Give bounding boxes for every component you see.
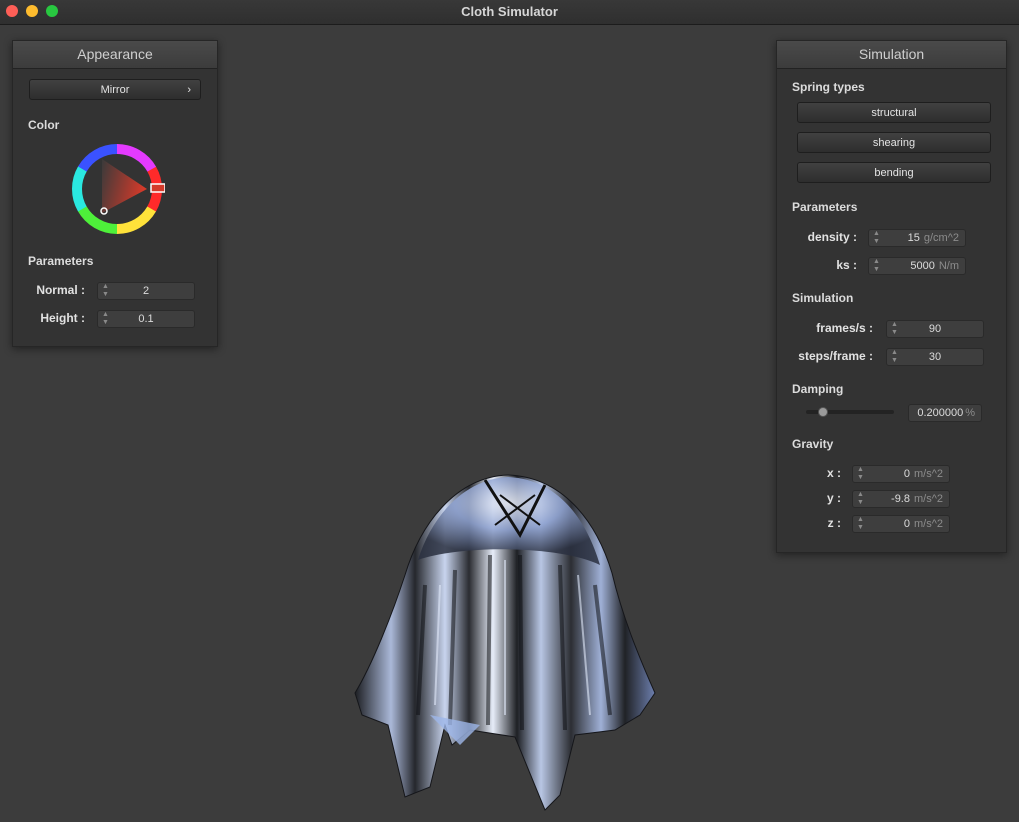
damping-input[interactable]: 0.200000% bbox=[908, 404, 982, 422]
ks-unit: N/m bbox=[938, 260, 959, 272]
density-label: density : bbox=[807, 230, 857, 244]
gravity-z-wrap: 0 m/s^2 bbox=[904, 518, 943, 530]
stepper-icon: ▲ ▼ bbox=[873, 230, 880, 245]
spring-types-label: Spring types bbox=[792, 80, 865, 94]
density-input[interactable]: ▲ ▼ 15 g/cm^2 bbox=[868, 229, 966, 247]
gravity-x-input[interactable]: ▲ ▼ 0 m/s^2 bbox=[852, 465, 950, 483]
gravity-x-unit: m/s^2 bbox=[914, 468, 943, 480]
density-unit: g/cm^2 bbox=[923, 232, 959, 244]
gravity-y-wrap: -9.8 m/s^2 bbox=[891, 493, 943, 505]
gravity-z-value: 0 bbox=[903, 518, 910, 530]
ks-value: 5000 bbox=[910, 260, 935, 272]
height-value: 0.1 bbox=[138, 313, 154, 325]
gravity-x-wrap: 0 m/s^2 bbox=[904, 468, 943, 480]
appearance-panel-title: Appearance bbox=[13, 41, 217, 69]
structural-spring-label: structural bbox=[871, 107, 917, 119]
fps-input[interactable]: ▲ ▼ 90 bbox=[886, 320, 984, 338]
normal-label: Normal : bbox=[36, 283, 85, 297]
normal-input[interactable]: ▲ ▼ 2 bbox=[97, 282, 195, 300]
steps-value: 30 bbox=[928, 351, 942, 363]
simulation-panel: Simulation Spring types structural shear… bbox=[776, 40, 1007, 553]
height-input[interactable]: ▲ ▼ 0.1 bbox=[97, 310, 195, 328]
stepper-icon: ▲ ▼ bbox=[873, 258, 880, 273]
sim-params-label: Parameters bbox=[792, 200, 858, 214]
damping-label: Damping bbox=[792, 382, 844, 396]
gravity-z-label: z : bbox=[827, 516, 841, 530]
gravity-label: Gravity bbox=[792, 437, 834, 451]
chevron-right-icon: › bbox=[187, 84, 191, 96]
appearance-params-label: Parameters bbox=[28, 254, 94, 268]
window-title: Cloth Simulator bbox=[461, 4, 558, 19]
simulation-section-label: Simulation bbox=[792, 291, 854, 305]
window-titlebar: Cloth Simulator bbox=[0, 0, 1019, 25]
fps-value: 90 bbox=[928, 323, 942, 335]
damping-value-wrap: 0.200000% bbox=[917, 407, 975, 419]
gravity-x-label: x : bbox=[826, 466, 841, 480]
gravity-y-input[interactable]: ▲ ▼ -9.8 m/s^2 bbox=[852, 490, 950, 508]
stepper-icon: ▲ ▼ bbox=[857, 491, 864, 506]
shader-select-button[interactable]: Mirror › bbox=[29, 79, 201, 100]
damping-value: 0.200000 bbox=[917, 407, 964, 419]
gravity-y-label: y : bbox=[826, 491, 841, 505]
steps-label: steps/frame : bbox=[798, 349, 873, 363]
color-wheel[interactable] bbox=[69, 141, 165, 237]
gravity-z-unit: m/s^2 bbox=[914, 518, 943, 530]
density-value: 15 bbox=[907, 232, 920, 244]
color-section-label: Color bbox=[28, 118, 60, 132]
bending-spring-label: bending bbox=[874, 167, 914, 179]
density-value-wrap: 15 g/cm^2 bbox=[908, 232, 959, 244]
shader-select-label: Mirror bbox=[100, 84, 130, 96]
stepper-icon: ▲ ▼ bbox=[857, 516, 864, 531]
gravity-z-input[interactable]: ▲ ▼ 0 m/s^2 bbox=[852, 515, 950, 533]
gravity-y-unit: m/s^2 bbox=[914, 493, 943, 505]
shearing-spring-button[interactable]: shearing bbox=[797, 132, 991, 153]
damping-unit: % bbox=[965, 407, 975, 419]
ks-input[interactable]: ▲ ▼ 5000 N/m bbox=[868, 257, 966, 275]
structural-spring-button[interactable]: structural bbox=[797, 102, 991, 123]
stepper-icon: ▲ ▼ bbox=[857, 466, 864, 481]
ks-value-wrap: 5000 N/m bbox=[910, 260, 959, 272]
ks-label: ks : bbox=[836, 258, 857, 272]
gravity-x-value: 0 bbox=[903, 468, 910, 480]
height-label: Height : bbox=[40, 311, 85, 325]
appearance-panel: Appearance Mirror › Color Parameters Nor… bbox=[12, 40, 218, 347]
shearing-spring-label: shearing bbox=[872, 137, 916, 149]
fps-label: frames/s : bbox=[816, 321, 873, 335]
simulation-panel-title: Simulation bbox=[777, 41, 1006, 69]
gravity-y-value: -9.8 bbox=[891, 493, 910, 505]
damping-slider-handle[interactable] bbox=[818, 407, 828, 417]
steps-input[interactable]: ▲ ▼ 30 bbox=[886, 348, 984, 366]
bending-spring-button[interactable]: bending bbox=[797, 162, 991, 183]
normal-value: 2 bbox=[142, 285, 150, 297]
